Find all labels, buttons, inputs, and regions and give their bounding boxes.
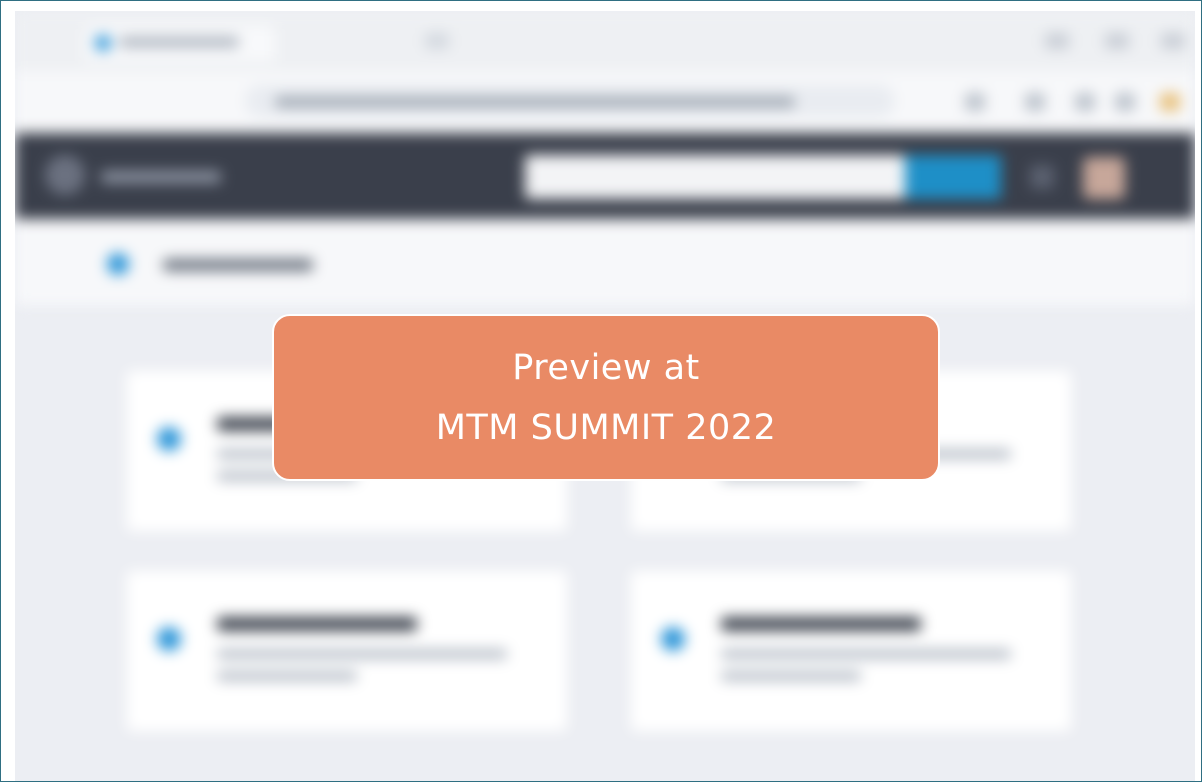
url-text-placeholder <box>275 97 795 107</box>
page-subheader <box>15 219 1195 305</box>
minimize-button[interactable] <box>1045 33 1069 49</box>
avatar[interactable] <box>1083 157 1125 199</box>
card-icon <box>157 627 181 651</box>
dashboard-card[interactable] <box>631 571 1071 731</box>
dashboard-card[interactable] <box>127 571 567 731</box>
notification-icon[interactable] <box>1030 165 1054 189</box>
search-input[interactable] <box>525 155 905 199</box>
card-text-placeholder <box>217 649 507 659</box>
dashboard-icon <box>107 253 129 275</box>
banner-line-2: MTM SUMMIT 2022 <box>435 407 777 448</box>
card-text-placeholder <box>721 671 861 681</box>
extension-icon[interactable] <box>1115 93 1135 111</box>
tab-title-placeholder <box>119 37 239 47</box>
app-header <box>15 133 1195 219</box>
card-title-placeholder <box>721 617 921 631</box>
new-tab-button[interactable] <box>425 33 449 49</box>
banner-line-1: Preview at <box>512 347 700 388</box>
card-text-placeholder <box>217 671 357 681</box>
favicon-icon <box>95 35 111 51</box>
logo-icon[interactable] <box>45 155 85 195</box>
maximize-button[interactable] <box>1105 33 1129 49</box>
card-icon <box>661 627 685 651</box>
extension-icon[interactable] <box>1075 93 1095 111</box>
search-button[interactable] <box>905 155 1001 199</box>
extension-icon[interactable] <box>1025 93 1045 111</box>
preview-frame: Preview at MTM SUMMIT 2022 <box>0 0 1202 782</box>
page-title-placeholder <box>163 259 313 271</box>
extension-icon[interactable] <box>965 93 985 111</box>
close-window-button[interactable] <box>1161 33 1185 49</box>
browser-tab-bar <box>15 11 1195 71</box>
card-text-placeholder <box>721 649 1011 659</box>
card-icon <box>157 427 181 451</box>
profile-icon[interactable] <box>1160 93 1180 111</box>
brand-name-placeholder <box>101 171 221 183</box>
preview-banner: Preview at MTM SUMMIT 2022 <box>272 314 940 481</box>
card-title-placeholder <box>217 617 417 631</box>
